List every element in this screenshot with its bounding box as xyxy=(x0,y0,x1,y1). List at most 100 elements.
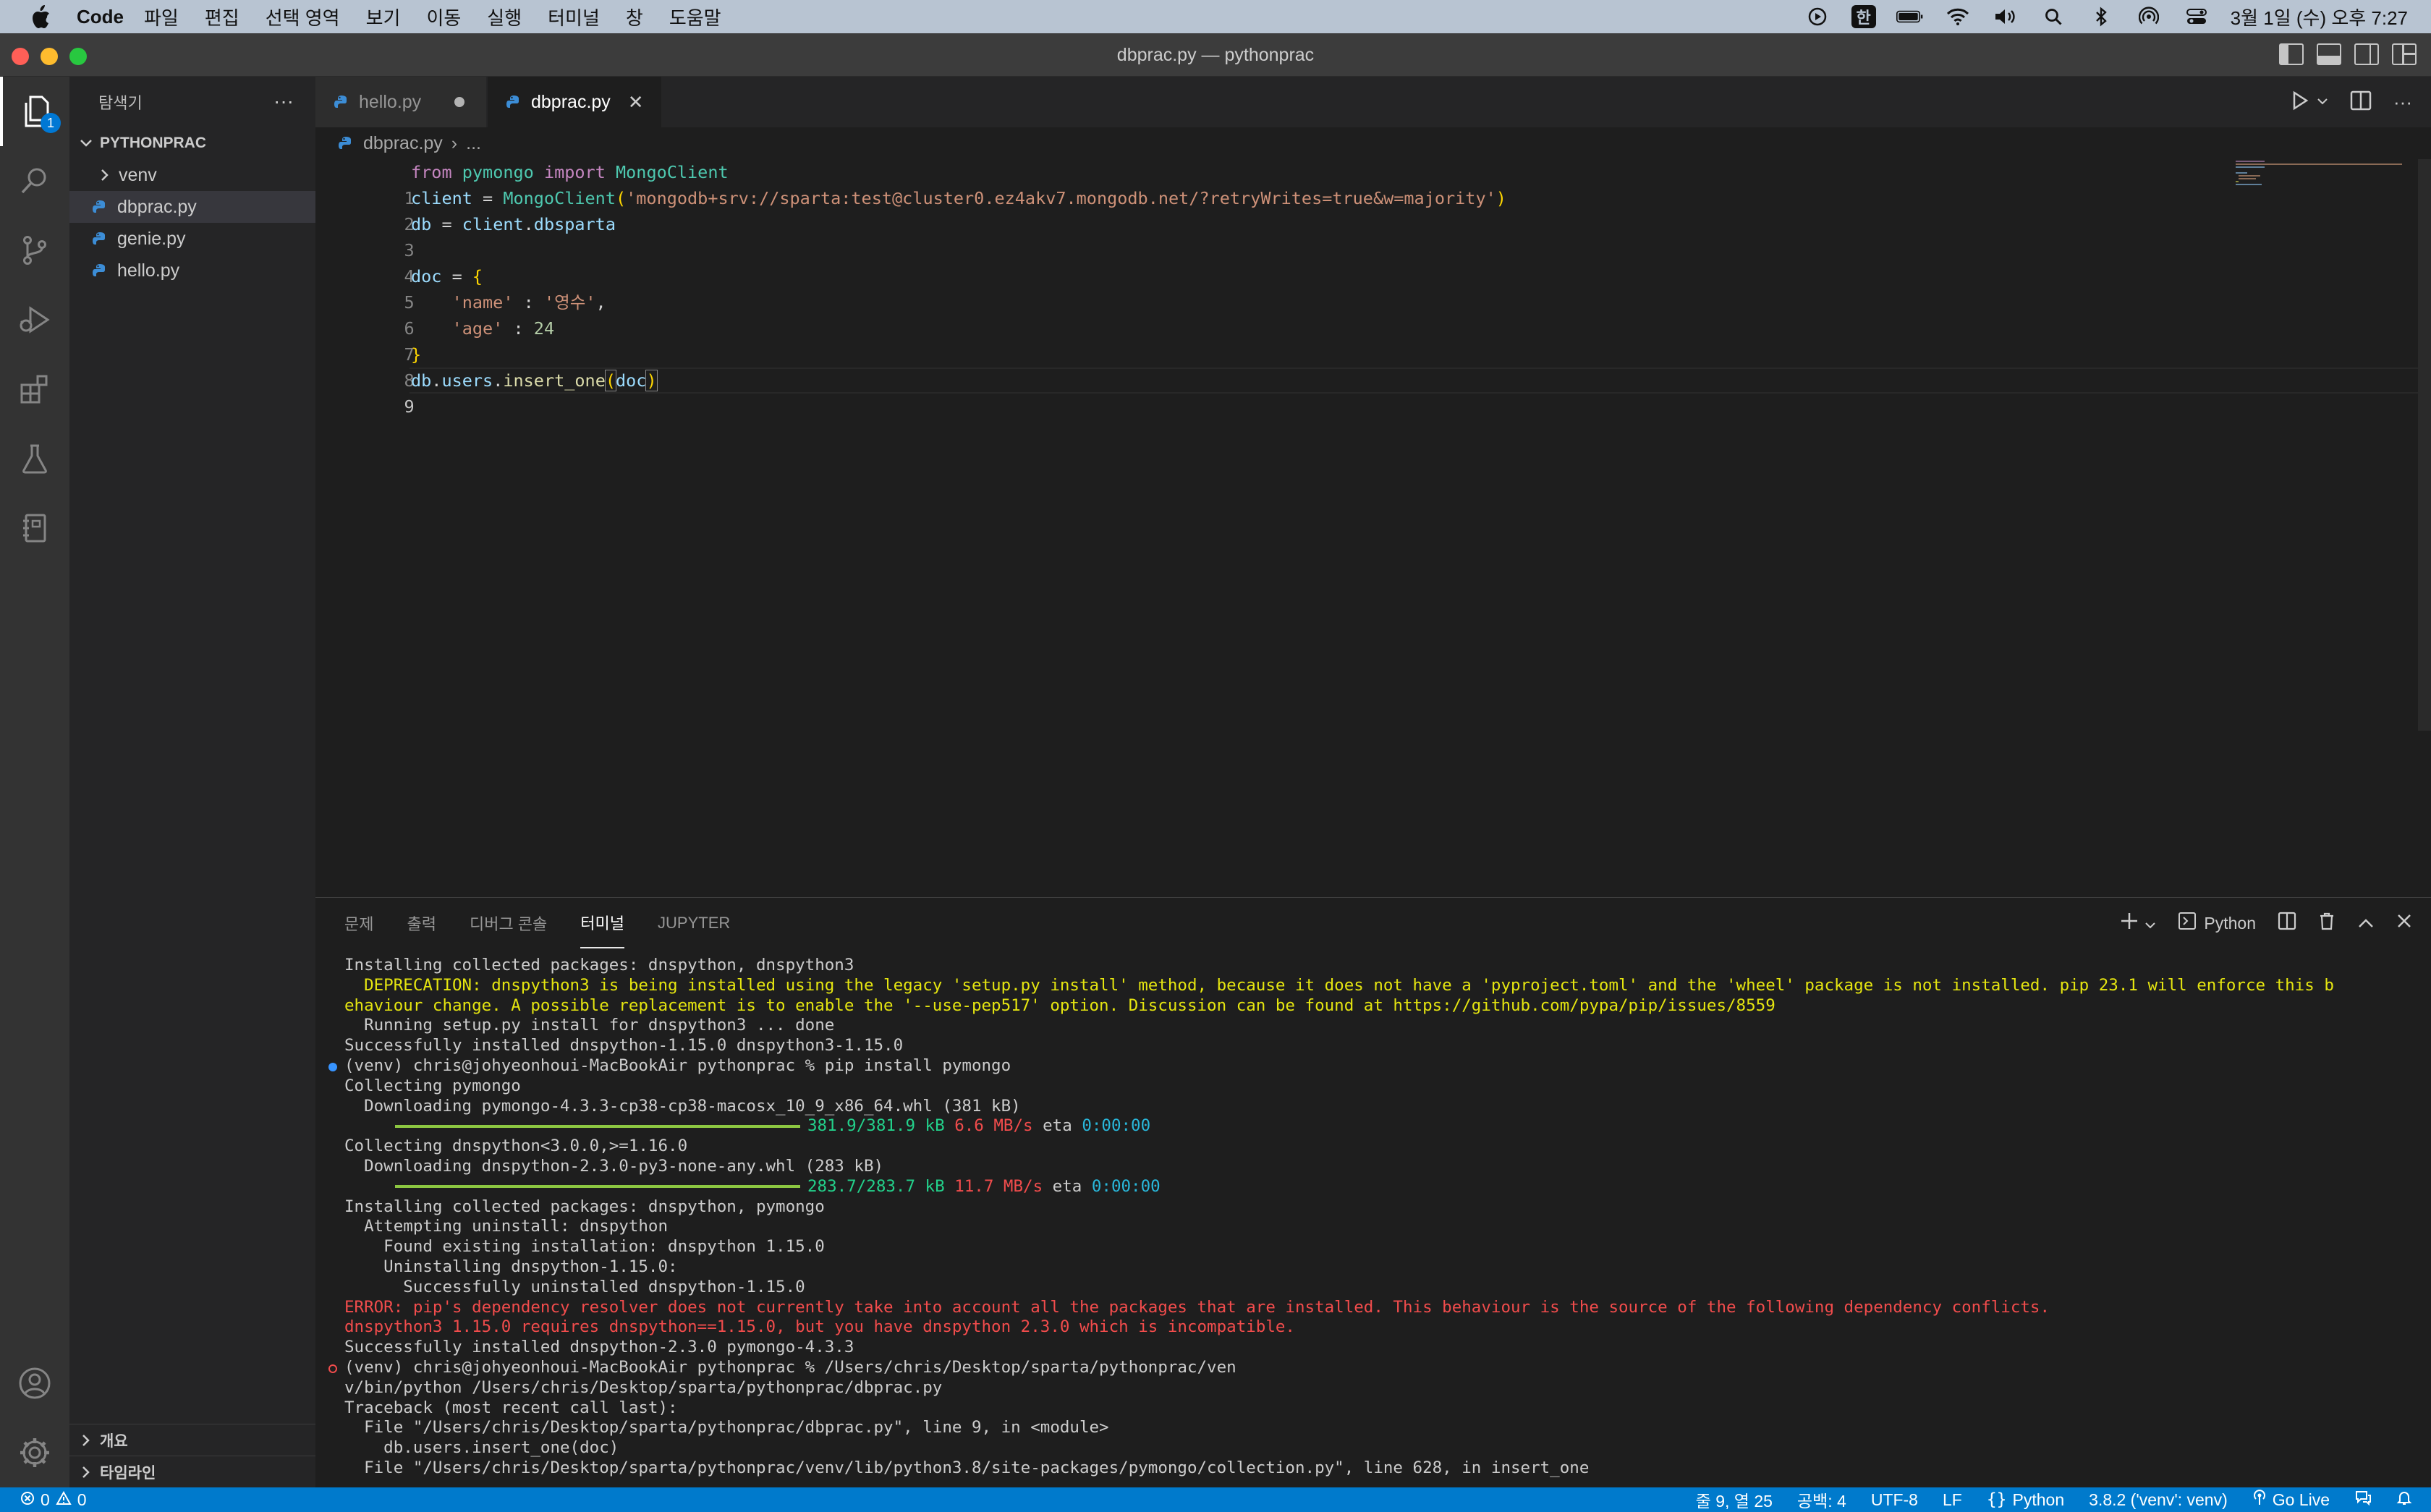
bluetooth-icon[interactable] xyxy=(2087,5,2115,28)
tree-folder-venv[interactable]: venv xyxy=(69,159,315,191)
terminal-line-command: (venv) chris@johyeonhoui-MacBookAir pyth… xyxy=(328,1056,2421,1076)
split-editor-icon[interactable] xyxy=(2350,90,2372,114)
wifi-icon[interactable] xyxy=(1944,5,1972,28)
progress-size: 381.9/381.9 kB xyxy=(807,1116,945,1136)
go-live-label: Go Live xyxy=(2272,1490,2330,1509)
terminal-shell-selector[interactable]: Python xyxy=(2178,912,2256,935)
tree-file-dbprac[interactable]: dbprac.py xyxy=(69,191,315,223)
terminal-shell-name: Python xyxy=(2204,913,2256,933)
tab-terminal[interactable]: 터미널 xyxy=(580,898,625,948)
menu-view[interactable]: 보기 xyxy=(366,4,401,30)
play-circle-icon[interactable] xyxy=(1804,5,1831,28)
macos-menubar: Code 파일 편집 선택 영역 보기 이동 실행 터미널 창 도움말 한 3월… xyxy=(0,0,2431,33)
control-center-icon[interactable] xyxy=(2183,5,2210,28)
tab-output[interactable]: 출력 xyxy=(407,898,436,948)
trash-icon[interactable] xyxy=(2318,912,2335,935)
run-icon[interactable] xyxy=(2291,90,2309,114)
editor-more-actions-icon[interactable]: ··· xyxy=(2393,91,2412,114)
menu-window[interactable]: 창 xyxy=(626,4,643,30)
toggle-primary-sidebar-icon[interactable] xyxy=(2279,43,2304,65)
code-line-current[interactable]: 9 db.users.insert_one(doc) xyxy=(315,368,658,417)
timeline-section-header[interactable]: 타임라인 xyxy=(69,1456,315,1487)
tab-hello-py[interactable]: hello.py xyxy=(315,77,486,127)
explorer-icon[interactable]: 1 xyxy=(0,77,69,146)
breadcrumb-symbols[interactable]: ... xyxy=(466,133,481,154)
code-line[interactable]: 4 xyxy=(315,237,414,286)
menu-file[interactable]: 파일 xyxy=(144,4,179,30)
code-line[interactable]: 5 doc = { xyxy=(315,263,483,313)
go-live-button[interactable]: Go Live xyxy=(2252,1490,2330,1510)
code-editor[interactable]: 1 from pymongo import MongoClient 2 clie… xyxy=(315,159,2431,897)
menu-selection[interactable]: 선택 영역 xyxy=(266,4,340,30)
token-bracket: ) xyxy=(645,370,658,391)
code-line[interactable]: 1 from pymongo import MongoClient xyxy=(315,159,728,208)
tab-jupyter[interactable]: JUPYTER xyxy=(658,898,730,948)
toggle-secondary-sidebar-icon[interactable] xyxy=(2354,43,2379,65)
tree-file-hello[interactable]: hello.py xyxy=(69,255,315,286)
tab-debug-console[interactable]: 디버그 콘솔 xyxy=(470,898,547,948)
app-name-menu[interactable]: Code xyxy=(77,6,124,28)
source-control-icon[interactable] xyxy=(0,216,69,285)
split-terminal-icon[interactable] xyxy=(2278,912,2296,935)
menu-help[interactable]: 도움말 xyxy=(669,4,721,30)
unsaved-dot-icon[interactable] xyxy=(454,97,465,107)
command-failed-decoration-icon[interactable] xyxy=(328,1364,337,1373)
run-dropdown-chevron-icon[interactable] xyxy=(2317,95,2328,109)
gear-icon[interactable] xyxy=(0,1418,69,1487)
menu-terminal[interactable]: 터미널 xyxy=(548,4,600,30)
cursor-position[interactable]: 줄 9, 열 25 xyxy=(1696,1487,1773,1512)
token-class: MongoClient xyxy=(503,188,616,208)
minimap[interactable] xyxy=(2236,159,2409,203)
problems-status[interactable]: 0 0 xyxy=(0,1490,87,1510)
plus-icon[interactable] xyxy=(2120,912,2139,935)
editor-vertical-scrollbar[interactable] xyxy=(2418,159,2431,731)
account-icon[interactable] xyxy=(0,1349,69,1418)
extensions-icon[interactable] xyxy=(0,354,69,424)
outline-section-header[interactable]: 개요 xyxy=(69,1424,315,1456)
notifications-bell-icon[interactable] xyxy=(2396,1490,2412,1510)
run-debug-icon[interactable] xyxy=(0,285,69,354)
language-mode[interactable]: {} Python xyxy=(1987,1490,2064,1510)
tab-problems[interactable]: 문제 xyxy=(344,898,373,948)
explorer-more-actions-icon[interactable]: ··· xyxy=(273,90,294,113)
maximize-icon[interactable] xyxy=(2357,914,2375,933)
search-icon[interactable] xyxy=(0,146,69,216)
feedback-icon[interactable] xyxy=(2354,1490,2372,1510)
code-line[interactable]: 7 'age' : 24 xyxy=(315,315,554,365)
spotlight-search-icon[interactable] xyxy=(2040,5,2067,28)
encoding[interactable]: UTF-8 xyxy=(1871,1490,1918,1510)
end-of-line[interactable]: LF xyxy=(1943,1490,1962,1510)
indentation[interactable]: 공백: 4 xyxy=(1797,1487,1846,1512)
code-line[interactable]: 2 client = MongoClient('mongodb+srv://sp… xyxy=(315,185,1506,234)
code-line[interactable]: 8 } xyxy=(315,341,421,391)
project-folder-header[interactable]: PYTHONPRAC xyxy=(69,127,315,159)
token-bracket: ( xyxy=(604,370,617,391)
menu-go[interactable]: 이동 xyxy=(426,4,461,30)
activity-bar: 1 xyxy=(0,77,69,1487)
tree-file-label: hello.py xyxy=(117,260,180,281)
tree-file-genie[interactable]: genie.py xyxy=(69,223,315,255)
input-method-indicator[interactable]: 한 xyxy=(1851,5,1876,28)
testing-icon[interactable] xyxy=(0,424,69,493)
close-icon[interactable]: ✕ xyxy=(628,91,644,114)
volume-icon[interactable] xyxy=(1992,5,2019,28)
customize-layout-icon[interactable] xyxy=(2392,43,2417,65)
toggle-panel-icon[interactable] xyxy=(2317,43,2341,65)
close-icon[interactable] xyxy=(2396,913,2412,933)
apple-icon[interactable] xyxy=(26,5,55,28)
airdrop-icon[interactable] xyxy=(2135,5,2163,28)
menu-run[interactable]: 실행 xyxy=(487,4,522,30)
menu-edit[interactable]: 편집 xyxy=(205,4,239,30)
command-success-decoration-icon[interactable] xyxy=(328,1062,337,1071)
terminal-output[interactable]: Installing collected packages: dnspython… xyxy=(328,956,2421,1479)
battery-icon[interactable] xyxy=(1896,5,1924,28)
menubar-clock[interactable]: 3월 1일 (수) 오후 7:27 xyxy=(2231,4,2408,30)
breadcrumb-file[interactable]: dbprac.py xyxy=(363,133,443,154)
tab-dbprac-py[interactable]: dbprac.py ✕ xyxy=(488,77,661,127)
code-line[interactable]: 3 db = client.dbsparta xyxy=(315,211,616,260)
code-line[interactable]: 6 'name' : '영수', xyxy=(315,289,606,339)
python-interpreter[interactable]: 3.8.2 ('venv': venv) xyxy=(2089,1490,2228,1510)
notebook-icon[interactable] xyxy=(0,493,69,563)
new-terminal-dropdown-chevron-icon[interactable] xyxy=(2144,914,2156,933)
